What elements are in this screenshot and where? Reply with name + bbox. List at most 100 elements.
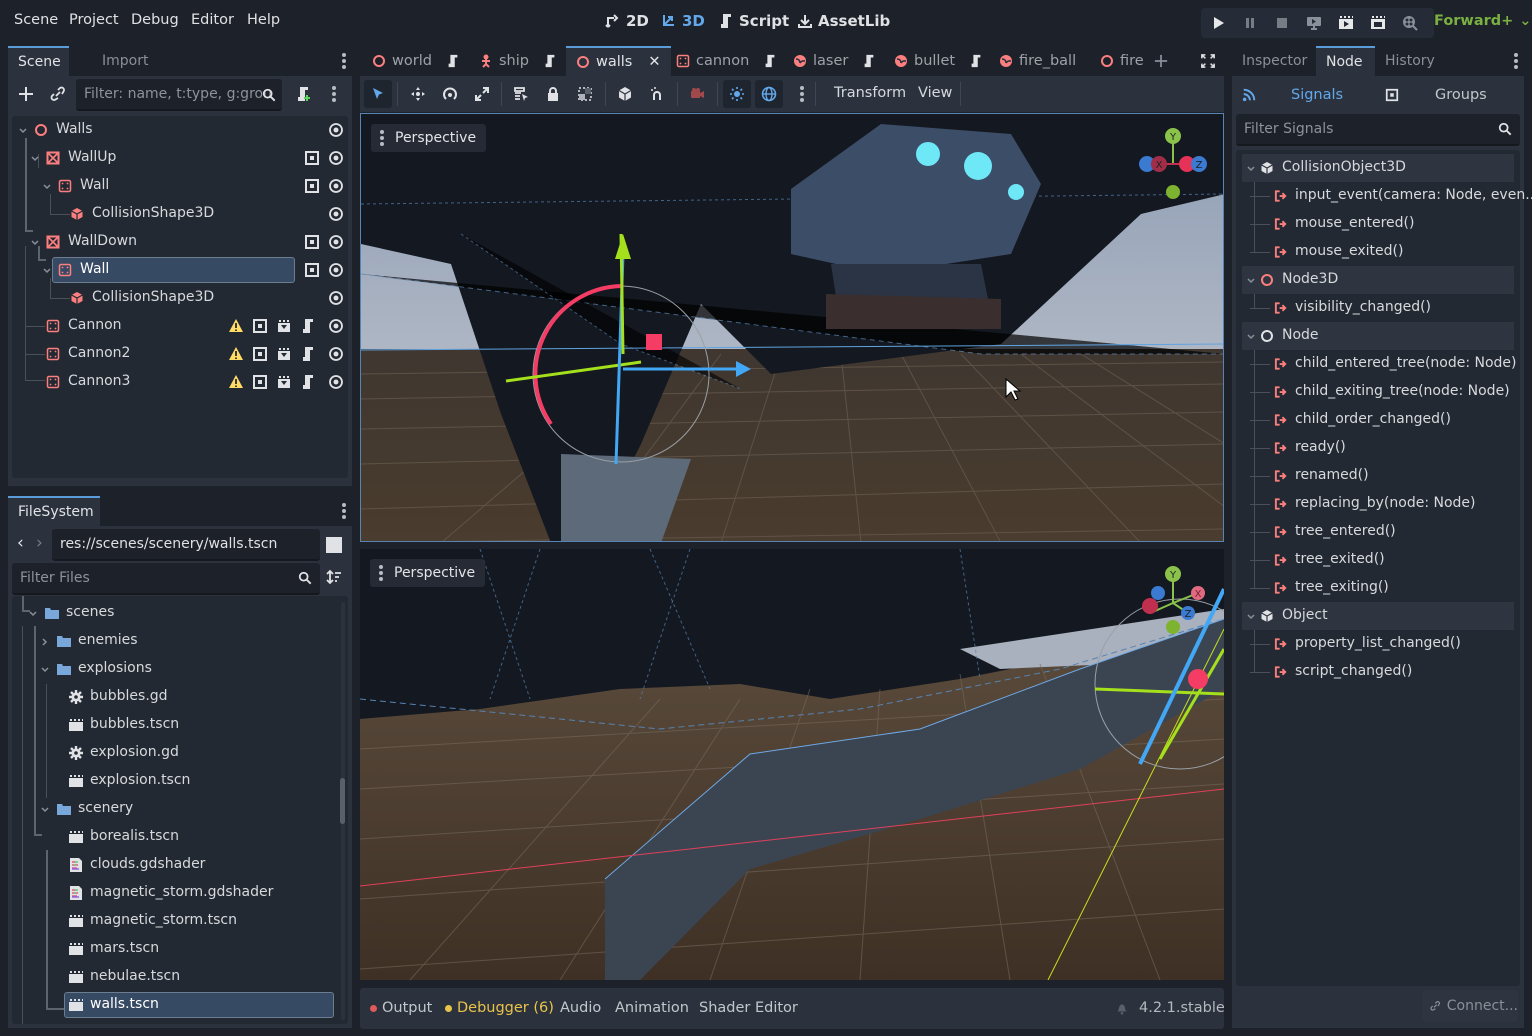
signal-category[interactable]: Object — [1242, 602, 1514, 630]
viewport-top[interactable]: Perspective X Z Y — [360, 113, 1224, 542]
toggle-environment-button[interactable] — [755, 80, 783, 108]
group-icon[interactable] — [252, 374, 268, 390]
group-selection-button[interactable] — [571, 80, 599, 108]
visibility-icon[interactable] — [328, 150, 344, 166]
list-select-button[interactable] — [507, 80, 535, 108]
menu-project[interactable]: Project — [69, 12, 119, 28]
file-item[interactable]: bubbles.gd — [12, 683, 348, 711]
file-item[interactable]: mars.tscn — [12, 935, 348, 963]
signal-category[interactable]: Node3D — [1242, 266, 1514, 294]
menu-debug[interactable]: Debug — [131, 12, 179, 28]
chevron-down-icon[interactable] — [1246, 162, 1256, 172]
group-icon[interactable] — [304, 234, 320, 250]
script-icon[interactable] — [763, 54, 777, 68]
signal-item[interactable]: mouse_entered() — [1236, 210, 1520, 238]
perspective-menu-button[interactable]: Perspective — [370, 559, 486, 587]
workspace-3d-button[interactable]: 3D — [661, 12, 705, 30]
group-icon[interactable] — [304, 262, 320, 278]
toggle-sun-button[interactable] — [723, 80, 751, 108]
view-gizmo[interactable]: X Z Y — [1133, 124, 1217, 210]
signal-item[interactable]: renamed() — [1236, 462, 1520, 490]
scene-filter-input[interactable]: Filter: name, t:type, g:grou — [76, 79, 282, 111]
folder-item[interactable]: enemies — [12, 627, 348, 655]
signal-item[interactable]: replacing_by(node: Node) — [1236, 490, 1520, 518]
chevron-down-icon[interactable] — [42, 264, 52, 274]
renderer-select[interactable]: Forward+ ⌄ — [1434, 13, 1531, 29]
scene-tab-ship[interactable]: ship — [469, 46, 567, 76]
chevron-down-icon[interactable] — [1246, 330, 1256, 340]
tab-audio[interactable]: Audio — [560, 1000, 601, 1016]
signal-item[interactable]: input_event(camera: Node, even... — [1236, 182, 1532, 210]
menu-help[interactable]: Help — [247, 12, 280, 28]
tree-row-wallup[interactable]: WallUp — [12, 144, 348, 172]
file-item[interactable]: explosion.tscn — [12, 767, 348, 795]
folder-item[interactable]: scenes — [12, 599, 348, 627]
filter-signals-input[interactable]: Filter Signals — [1236, 114, 1520, 146]
scene-tab-cannon[interactable]: cannon — [666, 46, 787, 76]
tab-history[interactable]: History — [1375, 46, 1445, 76]
play-scene-icon[interactable] — [1338, 15, 1354, 31]
group-icon[interactable] — [304, 178, 320, 194]
subtab-signals[interactable]: Signals — [1291, 87, 1343, 103]
dock-menu-icon[interactable] — [342, 503, 346, 519]
visibility-icon[interactable] — [328, 178, 344, 194]
add-node-icon[interactable] — [18, 86, 34, 102]
signal-item[interactable]: child_exiting_tree(node: Node) — [1236, 378, 1520, 406]
file-item[interactable]: bubbles.tscn — [12, 711, 348, 739]
movie-maker-icon[interactable] — [1402, 15, 1418, 31]
environment-menu-icon[interactable] — [800, 86, 804, 102]
group-icon[interactable] — [304, 150, 320, 166]
tree-row-wall-selected[interactable]: Wall — [12, 256, 348, 284]
chevron-down-icon[interactable] — [30, 152, 40, 162]
chevron-down-icon[interactable] — [42, 180, 52, 190]
visibility-icon[interactable] — [328, 122, 344, 138]
visibility-icon[interactable] — [328, 318, 344, 334]
instance-icon[interactable] — [276, 318, 292, 334]
distraction-free-icon[interactable] — [1201, 54, 1215, 68]
tab-import[interactable]: Import — [92, 46, 158, 76]
warning-icon[interactable] — [228, 346, 244, 362]
instance-icon[interactable] — [276, 346, 292, 362]
tree-row-cannon[interactable]: Cannon — [12, 312, 348, 340]
signal-category[interactable]: Node — [1242, 322, 1514, 350]
notification-bell-icon[interactable] — [1115, 1001, 1129, 1015]
path-input[interactable]: res://scenes/scenery/walls.tscn — [52, 529, 320, 561]
play-icon[interactable] — [1210, 15, 1226, 31]
move-tool-button[interactable] — [404, 80, 432, 108]
file-item[interactable]: borealis.tscn — [12, 823, 348, 851]
dock-menu-icon[interactable] — [1514, 53, 1518, 69]
tree-row-cannon3[interactable]: Cannon3 — [12, 368, 348, 396]
tab-shader-editor[interactable]: Shader Editor — [699, 1000, 798, 1016]
snap-button[interactable] — [643, 80, 671, 108]
file-item[interactable]: clouds.gdshader — [12, 851, 348, 879]
signal-item[interactable]: mouse_exited() — [1236, 238, 1520, 266]
connect-button[interactable]: Connect... — [1422, 990, 1518, 1022]
signal-item[interactable]: script_changed() — [1236, 658, 1520, 686]
tree-row-walldown[interactable]: WallDown — [12, 228, 348, 256]
chevron-down-icon[interactable] — [40, 663, 50, 673]
subtab-groups[interactable]: Groups — [1435, 87, 1487, 103]
script-icon[interactable] — [862, 54, 876, 68]
scale-tool-button[interactable] — [468, 80, 496, 108]
version-label[interactable]: 4.2.1.stable — [1139, 1000, 1225, 1016]
add-scene-tab-icon[interactable] — [1154, 54, 1168, 68]
scene-tab-laser[interactable]: laser — [783, 46, 886, 76]
file-item[interactable]: nebulae.tscn — [12, 963, 348, 991]
script-icon[interactable] — [969, 54, 983, 68]
signal-item[interactable]: tree_entered() — [1236, 518, 1520, 546]
menu-scene[interactable]: Scene — [14, 12, 58, 28]
script-icon[interactable] — [300, 374, 316, 390]
close-tab-icon[interactable]: ✕ — [648, 47, 660, 77]
file-item[interactable]: explosion.gd — [12, 739, 348, 767]
transform-menu[interactable]: Transform — [834, 85, 906, 101]
visibility-icon[interactable] — [328, 374, 344, 390]
signal-item[interactable]: child_order_changed() — [1236, 406, 1520, 434]
chevron-down-icon[interactable] — [1246, 274, 1256, 284]
view-menu[interactable]: View — [918, 85, 952, 101]
chevron-down-icon[interactable] — [18, 124, 28, 134]
toggle-split-icon[interactable] — [326, 537, 342, 553]
stop-icon[interactable] — [1274, 15, 1290, 31]
sort-icon[interactable] — [326, 569, 342, 585]
folder-item[interactable]: scenery — [12, 795, 348, 823]
group-icon[interactable] — [252, 346, 268, 362]
